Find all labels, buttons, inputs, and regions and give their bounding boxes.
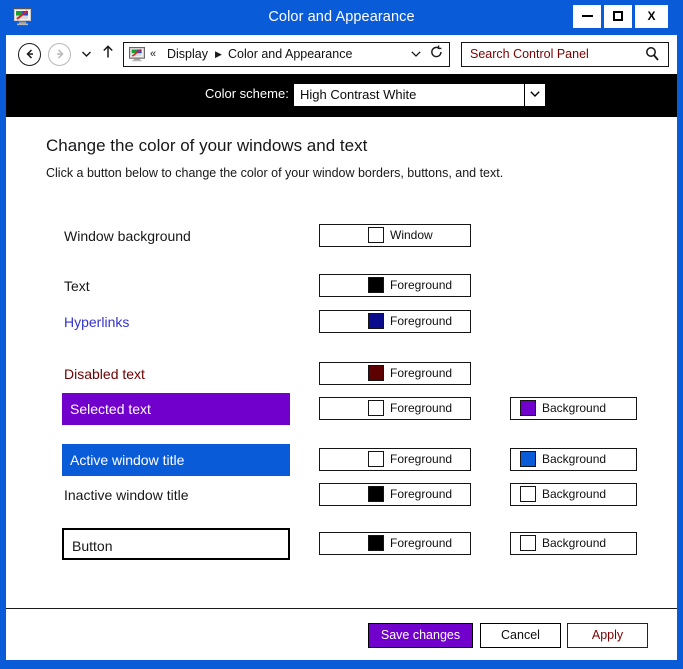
color-swatch (368, 227, 384, 243)
chevron-down-icon[interactable] (411, 43, 421, 66)
search-input[interactable]: Search Control Panel (470, 43, 589, 66)
color-swatch (368, 400, 384, 416)
color-button-label: Background (542, 536, 607, 550)
color-scheme-strip: Color scheme: High Contrast White (6, 74, 677, 117)
apply-button[interactable]: Apply (567, 623, 648, 648)
color-button-label: Background (542, 401, 607, 415)
row-button: Button Foreground Background (6, 528, 677, 560)
row-inactive-window-title: Inactive window title Foreground Backgroun… (6, 479, 677, 511)
breadcrumb-segment-color-and-appearance[interactable]: Color and Appearance (228, 43, 352, 66)
inactive-window-title-background-button[interactable]: Background (510, 483, 637, 506)
color-button-label: Background (542, 487, 607, 501)
color-button-label: Foreground (390, 452, 453, 466)
hyperlinks-foreground-button[interactable]: Foreground (319, 310, 471, 333)
row-window-background: Window background Window (6, 220, 677, 252)
color-swatch (368, 277, 384, 293)
label-button: Button (62, 528, 290, 560)
color-scheme-select[interactable]: High Contrast White (293, 83, 546, 107)
color-button-label: Foreground (390, 314, 453, 328)
page-title: Change the color of your windows and tex… (46, 136, 368, 155)
disabled-text-foreground-button[interactable]: Foreground (319, 362, 471, 385)
button-background-button[interactable]: Background (510, 532, 637, 555)
active-window-title-foreground-button[interactable]: Foreground (319, 448, 471, 471)
page-subtitle: Click a button below to change the color… (46, 166, 504, 180)
breadcrumb-overflow-icon[interactable]: « (150, 43, 156, 66)
recent-locations-button[interactable] (78, 43, 94, 66)
color-swatch (368, 451, 384, 467)
color-and-appearance-window: Color and Appearance X « Display ▶ Color… (0, 0, 683, 669)
label-disabled-text: Disabled text (64, 366, 145, 382)
selected-text-foreground-button[interactable]: Foreground (319, 397, 471, 420)
breadcrumb-separator-icon[interactable]: ▶ (215, 43, 222, 66)
cancel-button[interactable]: Cancel (480, 623, 561, 648)
row-text: Text Foreground (6, 270, 677, 302)
footer-bar: Save changes Cancel Apply (6, 609, 677, 660)
color-button-label: Foreground (390, 536, 453, 550)
label-active-window-title: Active window title (62, 444, 290, 476)
breadcrumb-segment-display[interactable]: Display (167, 43, 208, 66)
label-text: Text (64, 278, 90, 294)
button-foreground-button[interactable]: Foreground (319, 532, 471, 555)
title-bar: Color and Appearance X (0, 0, 683, 35)
color-scheme-label: Color scheme: (205, 86, 289, 101)
navigation-bar: « Display ▶ Color and Appearance Search … (6, 35, 677, 74)
color-button-label: Foreground (390, 366, 453, 380)
label-selected-text: Selected text (62, 393, 290, 425)
text-foreground-button[interactable]: Foreground (319, 274, 471, 297)
color-swatch (520, 451, 536, 467)
color-button-label: Foreground (390, 487, 453, 501)
label-hyperlinks: Hyperlinks (64, 314, 130, 330)
search-box[interactable]: Search Control Panel (461, 42, 669, 67)
minimize-button[interactable] (572, 4, 602, 29)
up-button[interactable] (99, 43, 117, 66)
label-inactive-window-title: Inactive window title (64, 487, 189, 503)
chevron-down-icon[interactable] (524, 84, 545, 106)
maximize-button[interactable] (603, 4, 633, 29)
color-button-label: Window (390, 228, 433, 242)
selected-text-background-button[interactable]: Background (510, 397, 637, 420)
color-swatch (368, 365, 384, 381)
active-window-title-background-button[interactable]: Background (510, 448, 637, 471)
inactive-window-title-foreground-button[interactable]: Foreground (319, 483, 471, 506)
color-swatch (520, 400, 536, 416)
minimize-icon (581, 15, 593, 18)
color-swatch (368, 535, 384, 551)
color-button-label: Foreground (390, 278, 453, 292)
row-disabled-text: Disabled text Foreground (6, 358, 677, 390)
row-hyperlinks: Hyperlinks Foreground (6, 306, 677, 338)
main-content: Change the color of your windows and tex… (6, 117, 677, 608)
row-selected-text: Selected text Foreground Background (6, 393, 677, 425)
search-icon[interactable] (645, 46, 660, 67)
save-changes-button[interactable]: Save changes (368, 623, 473, 648)
color-scheme-value: High Contrast White (300, 87, 417, 102)
refresh-icon[interactable] (430, 43, 443, 66)
maximize-icon (613, 11, 623, 22)
window-background-window-button[interactable]: Window (319, 224, 471, 247)
color-swatch (520, 535, 536, 551)
row-active-window-title: Active window title Foreground Background (6, 444, 677, 476)
forward-button[interactable] (48, 43, 71, 66)
color-button-label: Background (542, 452, 607, 466)
color-button-label: Foreground (390, 401, 453, 415)
color-swatch (520, 486, 536, 502)
back-button[interactable] (18, 43, 41, 66)
close-button[interactable]: X (634, 4, 669, 29)
address-display-appearance-icon (129, 47, 145, 62)
address-bar[interactable]: « Display ▶ Color and Appearance (123, 42, 450, 67)
label-window-background: Window background (64, 228, 191, 244)
color-swatch (368, 486, 384, 502)
color-swatch (368, 313, 384, 329)
